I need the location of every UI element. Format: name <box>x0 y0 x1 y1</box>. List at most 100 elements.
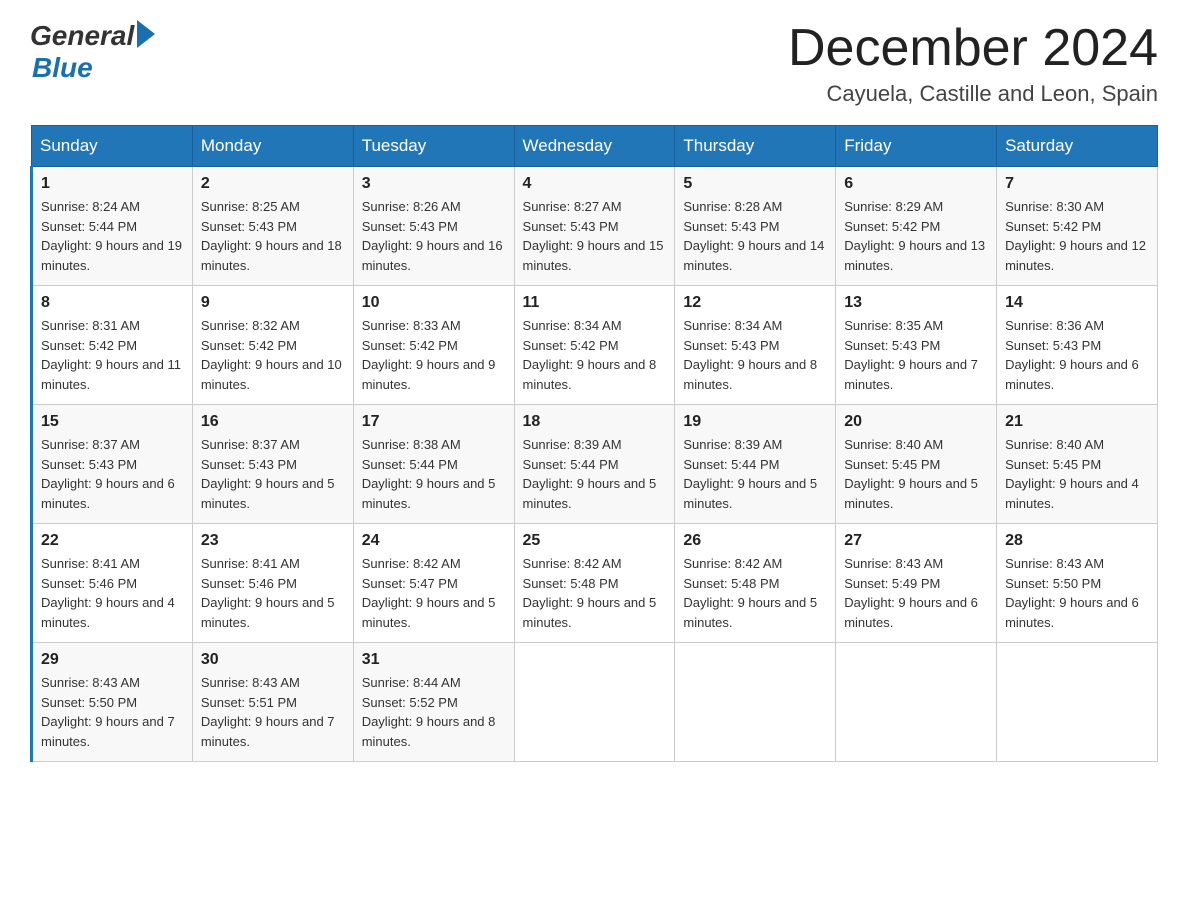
day-cell: 27 Sunrise: 8:43 AM Sunset: 5:49 PM Dayl… <box>836 524 997 643</box>
day-info: Sunrise: 8:33 AM Sunset: 5:42 PM Dayligh… <box>362 316 506 394</box>
day-cell: 20 Sunrise: 8:40 AM Sunset: 5:45 PM Dayl… <box>836 405 997 524</box>
day-info: Sunrise: 8:28 AM Sunset: 5:43 PM Dayligh… <box>683 197 827 275</box>
day-number: 26 <box>683 532 827 550</box>
day-cell: 25 Sunrise: 8:42 AM Sunset: 5:48 PM Dayl… <box>514 524 675 643</box>
day-info: Sunrise: 8:41 AM Sunset: 5:46 PM Dayligh… <box>41 554 184 632</box>
day-number: 25 <box>523 532 667 550</box>
day-info: Sunrise: 8:39 AM Sunset: 5:44 PM Dayligh… <box>683 435 827 513</box>
day-number: 9 <box>201 294 345 312</box>
day-info: Sunrise: 8:43 AM Sunset: 5:50 PM Dayligh… <box>1005 554 1149 632</box>
day-cell: 5 Sunrise: 8:28 AM Sunset: 5:43 PM Dayli… <box>675 167 836 286</box>
day-number: 7 <box>1005 175 1149 193</box>
day-number: 31 <box>362 651 506 669</box>
day-cell: 7 Sunrise: 8:30 AM Sunset: 5:42 PM Dayli… <box>997 167 1158 286</box>
day-info: Sunrise: 8:30 AM Sunset: 5:42 PM Dayligh… <box>1005 197 1149 275</box>
day-info: Sunrise: 8:40 AM Sunset: 5:45 PM Dayligh… <box>1005 435 1149 513</box>
day-info: Sunrise: 8:34 AM Sunset: 5:43 PM Dayligh… <box>683 316 827 394</box>
day-number: 5 <box>683 175 827 193</box>
day-number: 10 <box>362 294 506 312</box>
header: General Blue December 2024 Cayuela, Cast… <box>30 20 1158 107</box>
day-cell: 30 Sunrise: 8:43 AM Sunset: 5:51 PM Dayl… <box>192 643 353 762</box>
day-info: Sunrise: 8:42 AM Sunset: 5:47 PM Dayligh… <box>362 554 506 632</box>
day-info: Sunrise: 8:32 AM Sunset: 5:42 PM Dayligh… <box>201 316 345 394</box>
logo-arrow-icon <box>137 20 155 48</box>
day-info: Sunrise: 8:44 AM Sunset: 5:52 PM Dayligh… <box>362 673 506 751</box>
day-cell: 17 Sunrise: 8:38 AM Sunset: 5:44 PM Dayl… <box>353 405 514 524</box>
day-cell: 3 Sunrise: 8:26 AM Sunset: 5:43 PM Dayli… <box>353 167 514 286</box>
day-number: 29 <box>41 651 184 669</box>
day-header-row: SundayMondayTuesdayWednesdayThursdayFrid… <box>32 126 1158 167</box>
day-cell: 8 Sunrise: 8:31 AM Sunset: 5:42 PM Dayli… <box>32 286 193 405</box>
day-cell <box>675 643 836 762</box>
day-info: Sunrise: 8:24 AM Sunset: 5:44 PM Dayligh… <box>41 197 184 275</box>
location-subtitle: Cayuela, Castille and Leon, Spain <box>788 81 1158 107</box>
title-area: December 2024 Cayuela, Castille and Leon… <box>788 20 1158 107</box>
day-info: Sunrise: 8:26 AM Sunset: 5:43 PM Dayligh… <box>362 197 506 275</box>
day-info: Sunrise: 8:25 AM Sunset: 5:43 PM Dayligh… <box>201 197 345 275</box>
day-number: 1 <box>41 175 184 193</box>
day-info: Sunrise: 8:27 AM Sunset: 5:43 PM Dayligh… <box>523 197 667 275</box>
week-row-1: 1 Sunrise: 8:24 AM Sunset: 5:44 PM Dayli… <box>32 167 1158 286</box>
week-row-5: 29 Sunrise: 8:43 AM Sunset: 5:50 PM Dayl… <box>32 643 1158 762</box>
day-cell: 6 Sunrise: 8:29 AM Sunset: 5:42 PM Dayli… <box>836 167 997 286</box>
logo-general-text: General <box>30 20 134 52</box>
day-number: 2 <box>201 175 345 193</box>
day-header-thursday: Thursday <box>675 126 836 167</box>
day-number: 11 <box>523 294 667 312</box>
day-number: 13 <box>844 294 988 312</box>
month-title: December 2024 <box>788 20 1158 77</box>
day-number: 17 <box>362 413 506 431</box>
day-number: 15 <box>41 413 184 431</box>
day-cell: 23 Sunrise: 8:41 AM Sunset: 5:46 PM Dayl… <box>192 524 353 643</box>
logo: General Blue <box>30 20 155 84</box>
calendar-header: SundayMondayTuesdayWednesdayThursdayFrid… <box>32 126 1158 167</box>
day-number: 4 <box>523 175 667 193</box>
day-number: 8 <box>41 294 184 312</box>
day-info: Sunrise: 8:39 AM Sunset: 5:44 PM Dayligh… <box>523 435 667 513</box>
day-cell: 2 Sunrise: 8:25 AM Sunset: 5:43 PM Dayli… <box>192 167 353 286</box>
day-cell <box>836 643 997 762</box>
day-info: Sunrise: 8:35 AM Sunset: 5:43 PM Dayligh… <box>844 316 988 394</box>
day-number: 16 <box>201 413 345 431</box>
day-number: 3 <box>362 175 506 193</box>
day-info: Sunrise: 8:43 AM Sunset: 5:50 PM Dayligh… <box>41 673 184 751</box>
day-number: 6 <box>844 175 988 193</box>
logo-blue-text: Blue <box>32 52 93 84</box>
day-info: Sunrise: 8:42 AM Sunset: 5:48 PM Dayligh… <box>523 554 667 632</box>
day-cell <box>997 643 1158 762</box>
day-number: 28 <box>1005 532 1149 550</box>
day-number: 27 <box>844 532 988 550</box>
day-info: Sunrise: 8:36 AM Sunset: 5:43 PM Dayligh… <box>1005 316 1149 394</box>
week-row-2: 8 Sunrise: 8:31 AM Sunset: 5:42 PM Dayli… <box>32 286 1158 405</box>
day-cell: 28 Sunrise: 8:43 AM Sunset: 5:50 PM Dayl… <box>997 524 1158 643</box>
day-cell: 22 Sunrise: 8:41 AM Sunset: 5:46 PM Dayl… <box>32 524 193 643</box>
day-info: Sunrise: 8:42 AM Sunset: 5:48 PM Dayligh… <box>683 554 827 632</box>
day-number: 21 <box>1005 413 1149 431</box>
day-number: 23 <box>201 532 345 550</box>
day-info: Sunrise: 8:40 AM Sunset: 5:45 PM Dayligh… <box>844 435 988 513</box>
day-info: Sunrise: 8:34 AM Sunset: 5:42 PM Dayligh… <box>523 316 667 394</box>
day-cell: 29 Sunrise: 8:43 AM Sunset: 5:50 PM Dayl… <box>32 643 193 762</box>
day-number: 22 <box>41 532 184 550</box>
day-cell: 4 Sunrise: 8:27 AM Sunset: 5:43 PM Dayli… <box>514 167 675 286</box>
day-cell: 10 Sunrise: 8:33 AM Sunset: 5:42 PM Dayl… <box>353 286 514 405</box>
day-header-friday: Friday <box>836 126 997 167</box>
day-number: 24 <box>362 532 506 550</box>
day-info: Sunrise: 8:43 AM Sunset: 5:51 PM Dayligh… <box>201 673 345 751</box>
day-cell: 13 Sunrise: 8:35 AM Sunset: 5:43 PM Dayl… <box>836 286 997 405</box>
day-number: 20 <box>844 413 988 431</box>
week-row-4: 22 Sunrise: 8:41 AM Sunset: 5:46 PM Dayl… <box>32 524 1158 643</box>
day-cell: 1 Sunrise: 8:24 AM Sunset: 5:44 PM Dayli… <box>32 167 193 286</box>
day-cell: 24 Sunrise: 8:42 AM Sunset: 5:47 PM Dayl… <box>353 524 514 643</box>
day-info: Sunrise: 8:31 AM Sunset: 5:42 PM Dayligh… <box>41 316 184 394</box>
day-info: Sunrise: 8:41 AM Sunset: 5:46 PM Dayligh… <box>201 554 345 632</box>
day-cell: 26 Sunrise: 8:42 AM Sunset: 5:48 PM Dayl… <box>675 524 836 643</box>
day-cell: 18 Sunrise: 8:39 AM Sunset: 5:44 PM Dayl… <box>514 405 675 524</box>
day-number: 12 <box>683 294 827 312</box>
day-cell: 15 Sunrise: 8:37 AM Sunset: 5:43 PM Dayl… <box>32 405 193 524</box>
day-info: Sunrise: 8:37 AM Sunset: 5:43 PM Dayligh… <box>41 435 184 513</box>
day-header-tuesday: Tuesday <box>353 126 514 167</box>
day-header-wednesday: Wednesday <box>514 126 675 167</box>
day-cell <box>514 643 675 762</box>
day-header-saturday: Saturday <box>997 126 1158 167</box>
